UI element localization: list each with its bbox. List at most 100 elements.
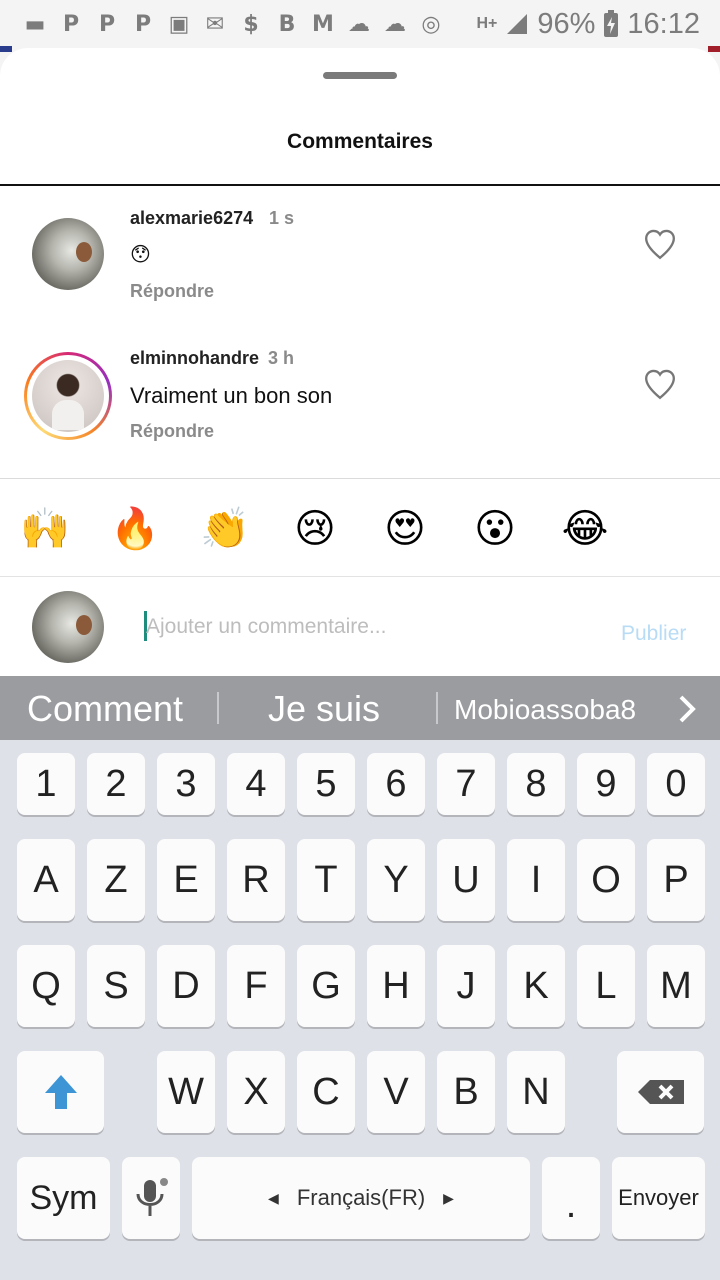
key-p[interactable]: P — [647, 839, 705, 921]
key-j[interactable]: J — [437, 945, 495, 1027]
key-2[interactable]: 2 — [87, 753, 145, 815]
key-w[interactable]: W — [157, 1051, 215, 1133]
battery-charging-icon — [604, 10, 619, 37]
key-8[interactable]: 8 — [507, 753, 565, 815]
space-key[interactable]: ◀ Français(FR) ▶ — [192, 1157, 530, 1239]
key-3[interactable]: 3 — [157, 753, 215, 815]
reaction-fire[interactable]: 🔥 — [110, 504, 160, 554]
heart-icon[interactable] — [642, 228, 678, 260]
key-h[interactable]: H — [367, 945, 425, 1027]
comment-input[interactable]: Ajouter un commentaire... — [146, 615, 386, 639]
key-o[interactable]: O — [577, 839, 635, 921]
network-type: H+ — [476, 15, 498, 32]
comment-text: Vraiment un bon son — [130, 383, 333, 408]
send-key[interactable]: Envoyer — [612, 1157, 705, 1239]
key-n[interactable]: N — [507, 1051, 565, 1133]
suggestion-3[interactable]: Mobioassoba8 — [454, 694, 636, 726]
background-edge — [708, 46, 720, 52]
heart-icon[interactable] — [642, 368, 678, 400]
key-5[interactable]: 5 — [297, 753, 355, 815]
space-language-label: Français(FR) — [296, 1185, 426, 1210]
quick-reactions: 🙌 🔥 👏 😢 😍 😮 😂 — [0, 480, 720, 576]
instagram-icon: ◎ — [421, 11, 441, 37]
reaction-raising-hands[interactable]: 🙌 — [20, 504, 70, 554]
key-s[interactable]: S — [87, 945, 145, 1027]
key-b[interactable]: B — [437, 1051, 495, 1133]
key-d[interactable]: D — [157, 945, 215, 1027]
key-k[interactable]: K — [507, 945, 565, 1027]
comment-username[interactable]: elminnohandre — [130, 348, 259, 369]
key-m[interactable]: M — [647, 945, 705, 1027]
mail-icon: ✉ — [205, 11, 225, 37]
cloud-icon: ☁ — [384, 11, 406, 37]
sym-key[interactable]: Sym — [17, 1157, 110, 1239]
key-r[interactable]: R — [227, 839, 285, 921]
reply-button[interactable]: Répondre — [130, 421, 214, 442]
avatar[interactable] — [32, 218, 104, 290]
key-e[interactable]: E — [157, 839, 215, 921]
key-q[interactable]: Q — [17, 945, 75, 1027]
key-i[interactable]: I — [507, 839, 565, 921]
dollar-icon: $ — [243, 11, 259, 37]
comment-timestamp: 1 s — [269, 208, 295, 228]
keyboard: 1 2 3 4 5 6 7 8 9 0 A Z E R T Y U I O P … — [0, 740, 720, 1280]
suggestion-1[interactable]: Comment — [27, 688, 183, 730]
comment-timestamp: 3 h — [268, 348, 295, 368]
key-c[interactable]: C — [297, 1051, 355, 1133]
key-a[interactable]: A — [17, 839, 75, 921]
key-u[interactable]: U — [437, 839, 495, 921]
key-9[interactable]: 9 — [577, 753, 635, 815]
reaction-clap[interactable]: 👏 — [200, 504, 250, 554]
story-ring[interactable] — [24, 352, 112, 440]
comment-text: 😯 — [130, 242, 151, 266]
voice-input-key[interactable] — [122, 1157, 180, 1239]
backspace-icon — [637, 1080, 684, 1104]
background-edge — [0, 46, 12, 52]
gmail-icon: M — [312, 11, 334, 37]
shift-key[interactable] — [17, 1051, 104, 1133]
comment-item: elminnohandre 3 h Vraiment un bon son Ré… — [0, 338, 720, 448]
key-l[interactable]: L — [577, 945, 635, 1027]
drag-handle[interactable] — [323, 72, 397, 79]
p-app-icon: P — [134, 11, 152, 37]
key-g[interactable]: G — [297, 945, 355, 1027]
key-7[interactable]: 7 — [437, 753, 495, 815]
shift-arrow-icon — [44, 1075, 77, 1109]
reaction-crying[interactable]: 😢 — [290, 504, 340, 554]
key-0[interactable]: 0 — [647, 753, 705, 815]
image-icon: ▣ — [168, 11, 190, 37]
chevron-right-icon[interactable] — [676, 694, 698, 724]
battery-percent: 96% — [537, 7, 596, 40]
key-4[interactable]: 4 — [227, 753, 285, 815]
reaction-heart-eyes[interactable]: 😍 — [380, 504, 430, 554]
backspace-key[interactable] — [617, 1051, 704, 1133]
key-z[interactable]: Z — [87, 839, 145, 921]
comment-composer: Ajouter un commentaire... Publier — [0, 577, 720, 676]
signal-icon — [507, 14, 528, 34]
divider — [0, 478, 720, 479]
own-avatar — [32, 591, 104, 663]
key-f[interactable]: F — [227, 945, 285, 1027]
comment-username[interactable]: alexmarie6274 — [130, 208, 253, 229]
key-6[interactable]: 6 — [367, 753, 425, 815]
title-divider — [0, 184, 720, 186]
key-x[interactable]: X — [227, 1051, 285, 1133]
p-app-icon: P — [62, 11, 80, 37]
reaction-surprised[interactable]: 😮 — [470, 504, 520, 554]
publish-button[interactable]: Publier — [621, 622, 686, 646]
reaction-laughing[interactable]: 😂 — [560, 504, 610, 554]
key-v[interactable]: V — [367, 1051, 425, 1133]
chat-icon: ▬ — [24, 11, 46, 37]
cloud-icon: ☁ — [348, 11, 370, 37]
suggestion-2[interactable]: Je suis — [268, 688, 380, 730]
keyboard-suggestions: Comment Je suis Mobioassoba8 — [0, 676, 720, 740]
comment-item: alexmarie6274 1 s 😯 Répondre — [0, 198, 720, 308]
key-1[interactable]: 1 — [17, 753, 75, 815]
period-key[interactable]: . — [542, 1157, 600, 1239]
key-y[interactable]: Y — [367, 839, 425, 921]
key-t[interactable]: T — [297, 839, 355, 921]
reply-button[interactable]: Répondre — [130, 281, 214, 302]
bitcoin-icon: B — [278, 11, 296, 37]
status-bar: ▬ P P P ▣ ✉ $ B M ☁ ☁ ◎ H+ 96% 16:12 — [0, 0, 720, 48]
clock: 16:12 — [627, 7, 700, 40]
